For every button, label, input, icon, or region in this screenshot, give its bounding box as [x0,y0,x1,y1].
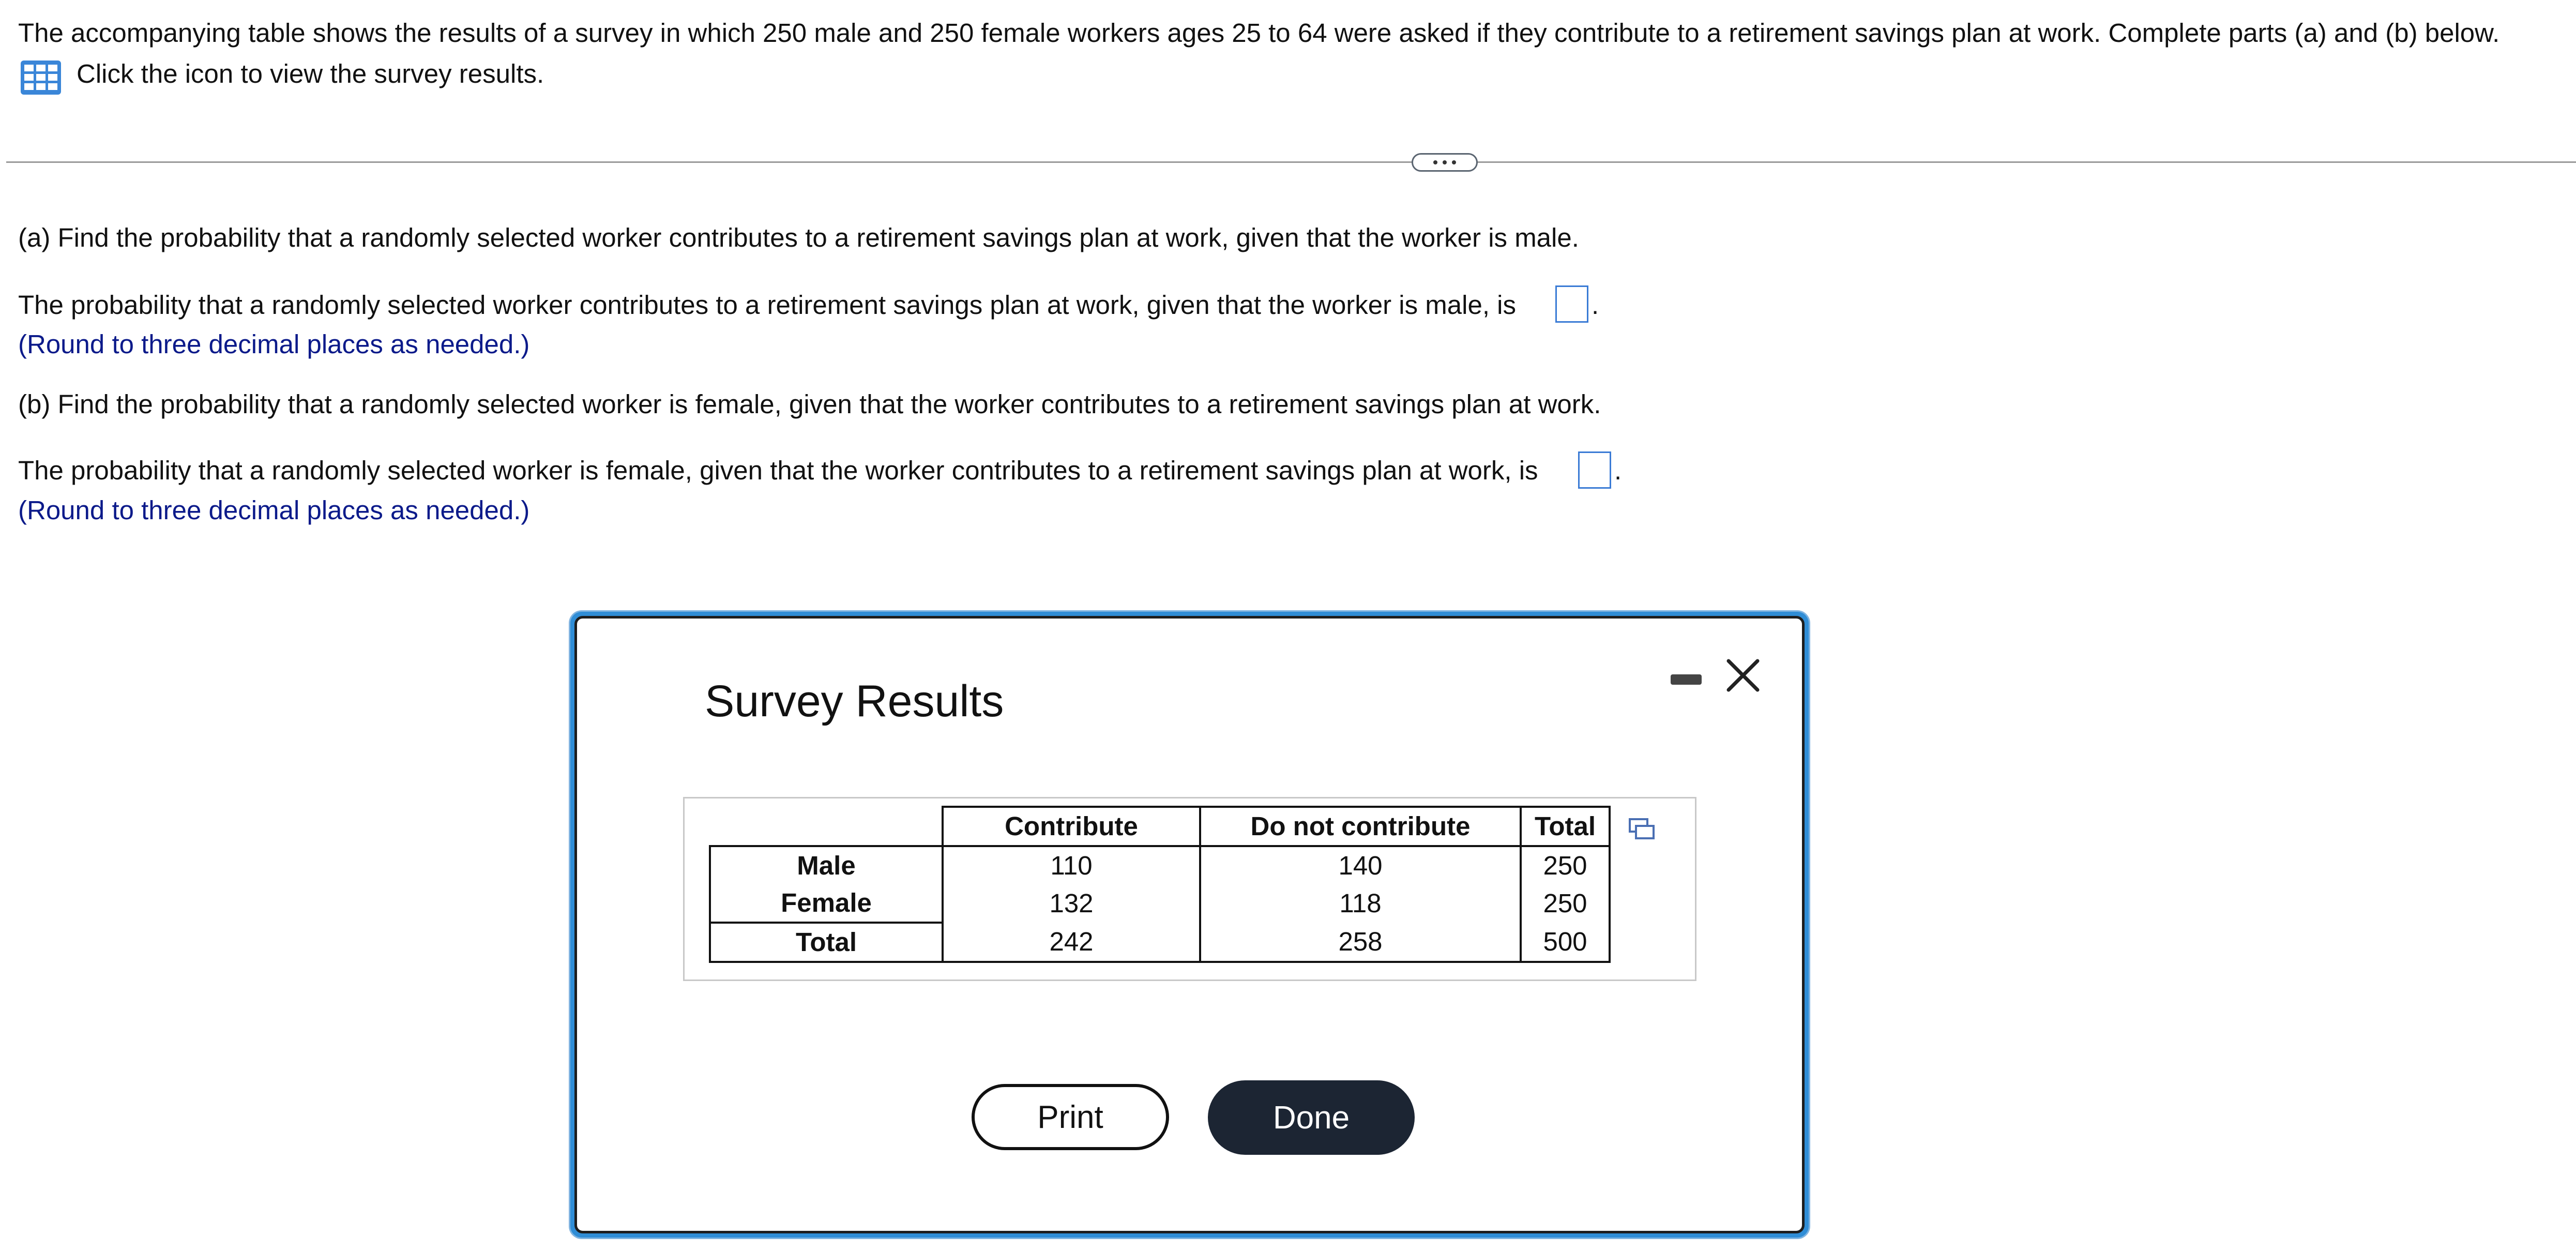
part-b-rounding-note: (Round to three decimal places as needed… [18,495,530,525]
copy-table-icon[interactable] [1628,818,1655,840]
table-grid-icon[interactable] [21,61,61,95]
table-cell: 250 [1520,845,1611,884]
modal-body: Survey Results Contribute Do not contrib… [574,616,1805,1233]
table-cell: 140 [1199,845,1522,884]
table-cell: 132 [942,884,1201,923]
column-header: Contribute [942,806,1201,847]
row-label: Female [709,884,944,923]
part-b-period: . [1614,456,1622,485]
survey-results-modal: Survey Results Contribute Do not contrib… [570,612,1809,1238]
print-button[interactable]: Print [972,1084,1169,1150]
ellipsis-icon [1433,160,1437,164]
table-cell: 258 [1199,923,1522,963]
column-header: Total [1520,806,1611,847]
modal-title: Survey Results [705,676,1004,726]
table-cell: 500 [1520,923,1611,963]
table-cell: 118 [1199,884,1522,923]
expand-more-button[interactable] [1412,153,1478,172]
icon-prompt: Click the icon to view the survey result… [77,59,544,88]
done-button[interactable]: Done [1208,1080,1415,1155]
question-intro: The accompanying table shows the results… [18,18,2500,48]
table-cell: 242 [942,923,1201,963]
row-label: Male [709,845,944,884]
close-icon[interactable] [1722,655,1764,696]
table-cell: 250 [1520,884,1611,923]
table-row: Male 110 140 250 [709,845,1611,884]
section-divider [6,161,2576,163]
part-a-prompt: (a) Find the probability that a randomly… [18,223,1579,252]
column-header: Do not contribute [1199,806,1522,847]
table-cell: 110 [942,845,1201,884]
part-a-period: . [1592,290,1599,320]
part-b-prompt: (b) Find the probability that a randomly… [18,389,1601,419]
row-label: Total [709,922,944,963]
part-b-answer-input[interactable] [1578,451,1611,489]
part-b-answer-text: The probability that a randomly selected… [18,456,1538,485]
table-row: Total 242 258 500 [709,922,1611,963]
table-row: Female 132 118 250 [709,884,1611,923]
part-a-answer-text: The probability that a randomly selected… [18,290,1517,320]
part-a-rounding-note: (Round to three decimal places as needed… [18,329,530,359]
minimize-icon[interactable] [1671,674,1702,685]
table-header-row: Contribute Do not contribute Total [710,806,1611,847]
part-a-answer-input[interactable] [1555,285,1588,323]
survey-table: Contribute Do not contribute Total Male … [709,806,1611,963]
